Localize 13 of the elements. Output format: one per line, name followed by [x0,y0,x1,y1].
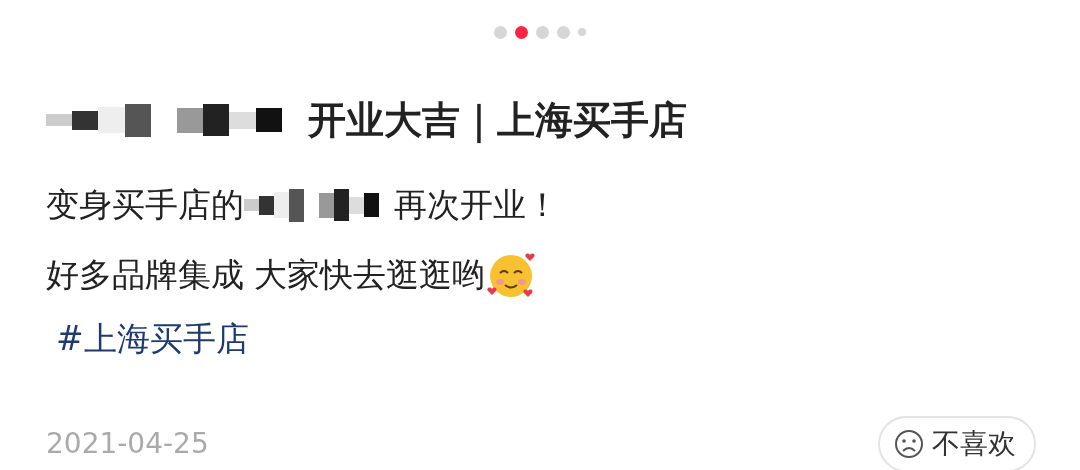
post-title: 开业大吉｜上海买手店 [308,96,687,145]
carousel-dot[interactable] [578,28,586,36]
carousel-dot[interactable] [557,25,570,39]
post-date: 2021-04-25 [46,425,209,462]
dislike-button[interactable]: 不喜欢 [878,415,1036,470]
carousel-dot[interactable] [515,25,528,39]
frown-face-icon [894,428,924,459]
post-text: 变身买手店的 [46,184,244,227]
carousel-dot[interactable] [536,25,549,39]
post-text: 再次开业！ [394,184,559,227]
post-text: 好多品牌集成 大家快去逛逛哟 [46,254,486,297]
carousel-dot[interactable] [494,25,507,39]
hashtag-link[interactable]: #上海买手店 [56,314,249,364]
